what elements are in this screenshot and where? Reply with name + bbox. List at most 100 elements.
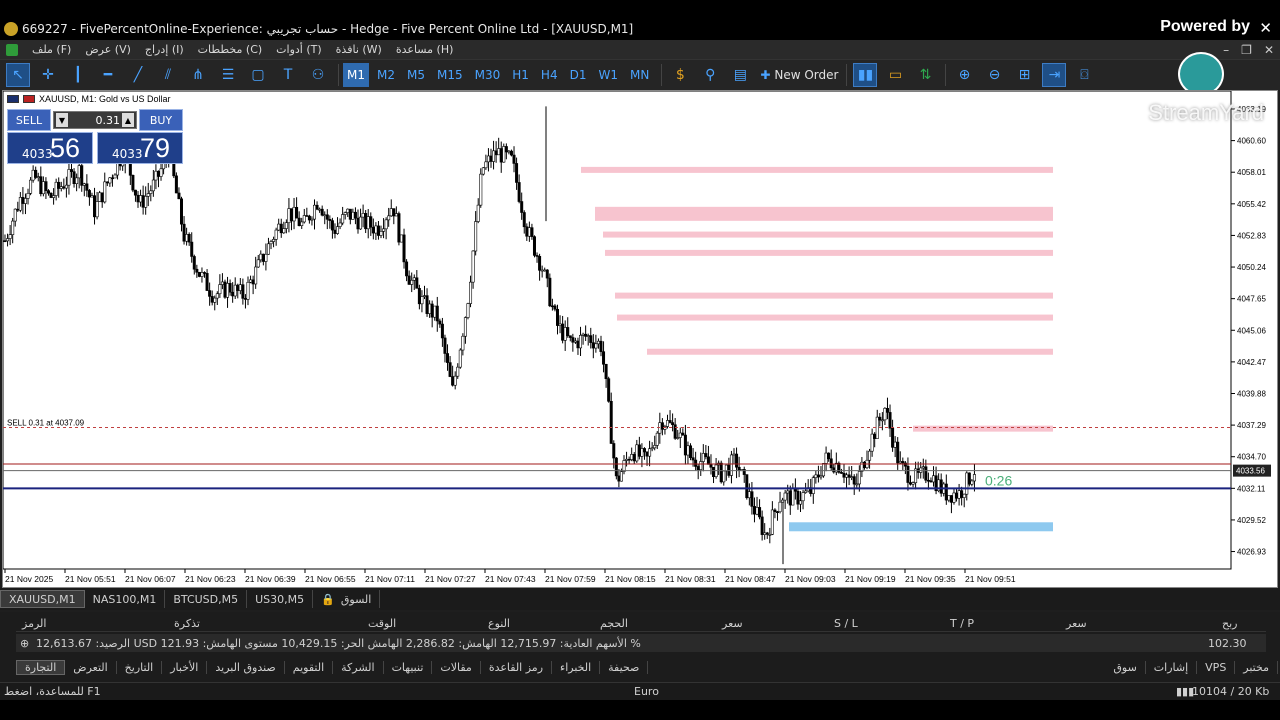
tab-journal[interactable]: صحيفة: [600, 660, 649, 674]
close-icon[interactable]: ✕: [1259, 19, 1272, 37]
timeframe-m1[interactable]: M1: [343, 63, 369, 87]
col-volume[interactable]: الحجم: [600, 617, 628, 630]
tab-experts[interactable]: الخبراء: [552, 660, 601, 674]
autoscroll-icon[interactable]: ⇥: [1042, 63, 1067, 87]
candle-body: [369, 216, 373, 228]
text-icon[interactable]: T: [276, 63, 300, 87]
menu-file[interactable]: ملف (F): [32, 43, 71, 56]
tab-history[interactable]: التاريخ: [117, 660, 163, 674]
candle-body: [635, 444, 639, 462]
zoom-out-icon[interactable]: ⊖: [982, 63, 1006, 87]
col-sl[interactable]: S / L: [834, 617, 858, 630]
tile-windows-icon[interactable]: ⊞: [1012, 63, 1036, 87]
timeframe-w1[interactable]: W1: [594, 63, 622, 87]
timeframe-m5[interactable]: M5: [403, 63, 429, 87]
col-symbol[interactable]: الرمز: [22, 617, 46, 630]
col-ticket[interactable]: تذكرة: [174, 617, 200, 630]
menu-window[interactable]: نافذة (W): [336, 43, 382, 56]
bar-chart-icon[interactable]: ▮▮: [853, 63, 878, 87]
timeframe-m15[interactable]: M15: [433, 63, 467, 87]
vertical-line-icon[interactable]: ┃: [66, 63, 90, 87]
menu-tools[interactable]: أدوات (T): [276, 43, 322, 56]
timeframe-d1[interactable]: D1: [566, 63, 591, 87]
tab-news[interactable]: الأخبار: [162, 660, 208, 674]
zoom-in-icon[interactable]: ⊕: [952, 63, 976, 87]
tab-alerts[interactable]: تنبيهات: [384, 660, 433, 674]
buy-button[interactable]: BUY: [139, 109, 183, 131]
tab-exposure[interactable]: التعرض: [65, 660, 117, 674]
col-price2[interactable]: سعر: [1066, 617, 1087, 630]
buy-price-big: 79: [140, 133, 171, 163]
dollar-icon[interactable]: $: [668, 63, 692, 87]
close-window-icon[interactable]: ✕: [1264, 43, 1274, 57]
pitchfork-icon[interactable]: ⋔: [186, 63, 210, 87]
tab-mailbox[interactable]: صندوق البريد: [207, 660, 285, 674]
timeframe-h4[interactable]: H4: [537, 63, 562, 87]
candle-body: [353, 211, 357, 219]
tab-tester[interactable]: مختبر: [1235, 660, 1278, 674]
col-type[interactable]: النوع: [488, 617, 510, 630]
lot-size-input[interactable]: ▼ 0.31 ▲: [53, 111, 137, 129]
candle-body: [545, 269, 549, 279]
tab-calendar[interactable]: التقويم: [285, 660, 334, 674]
lot-decrease-icon[interactable]: ▼: [56, 113, 68, 127]
candle-body: [93, 195, 97, 218]
tab-company[interactable]: الشركة: [333, 660, 384, 674]
symbol-tab-us30[interactable]: US30,M5: [247, 590, 314, 608]
buy-price-box[interactable]: 4033 79: [97, 132, 183, 164]
timeframe-mn[interactable]: MN: [626, 63, 653, 87]
symbol-tab-xauusd[interactable]: XAUUSD,M1: [0, 590, 85, 608]
menu-charts[interactable]: مخططات (C): [198, 43, 263, 56]
trendline-icon[interactable]: ╱: [126, 63, 150, 87]
cursor-icon[interactable]: ↖: [6, 63, 30, 87]
restore-icon[interactable]: ❐: [1241, 43, 1252, 57]
candle-body: [586, 335, 590, 337]
symbol-tab-nas100[interactable]: NAS100,M1: [85, 590, 166, 608]
candle-body: [671, 422, 675, 426]
symbol-tab-btcusd[interactable]: BTCUSD,M5: [165, 590, 248, 608]
new-order-button[interactable]: ✚ New Order: [760, 68, 838, 82]
tab-trade[interactable]: التجارة: [16, 659, 66, 675]
chart-settings-icon[interactable]: ▤: [728, 63, 752, 87]
candle-body: [561, 323, 565, 341]
candle-body: [885, 407, 889, 413]
lot-increase-icon[interactable]: ▲: [122, 113, 134, 127]
timeframe-h1[interactable]: H1: [508, 63, 533, 87]
sell-price-box[interactable]: 4033 56: [7, 132, 93, 164]
tab-signals[interactable]: إشارات: [1146, 660, 1198, 674]
shapes-icon[interactable]: ▢: [246, 63, 270, 87]
symbol-tab-market[interactable]: 🔒 السوق: [313, 590, 381, 608]
col-time[interactable]: الوقت: [368, 617, 396, 630]
horizontal-line-icon[interactable]: ━: [96, 63, 120, 87]
tab-code-base[interactable]: رمز القاعدة: [481, 660, 553, 674]
col-tp[interactable]: T / P: [950, 617, 974, 630]
col-profit[interactable]: ربح: [1222, 617, 1237, 630]
screen-top-strip: [0, 0, 1280, 18]
candle-body: [783, 492, 787, 501]
col-price[interactable]: سعر: [722, 617, 743, 630]
supply-zone: [647, 348, 1053, 355]
tab-articles[interactable]: مقالات: [432, 660, 481, 674]
algo-icon[interactable]: ⚲: [698, 63, 722, 87]
sell-button[interactable]: SELL: [7, 109, 51, 131]
menu-view[interactable]: عرض (V): [85, 43, 131, 56]
screenshot-icon[interactable]: ⌼: [1072, 63, 1096, 87]
price-chart[interactable]: SELL 0.31 at 4037.09 0:26 4063.19 4060.60 40…: [2, 90, 1278, 588]
tab-vps[interactable]: VPS: [1197, 660, 1236, 674]
channel-icon[interactable]: ⫽: [156, 63, 180, 87]
tab-market[interactable]: سوق: [1105, 660, 1146, 674]
balance-row[interactable]: ⊕ الرصيد: 12,613.67 USD الأسهم العادية: …: [16, 634, 1266, 652]
fibonacci-icon[interactable]: ☰: [216, 63, 240, 87]
supply-zone: [617, 314, 1053, 321]
menu-insert[interactable]: إدراج (I): [145, 43, 184, 56]
objects-icon[interactable]: ⚇: [306, 63, 330, 87]
minimize-icon[interactable]: –: [1223, 43, 1229, 57]
crosshair-icon[interactable]: ✛: [36, 63, 60, 87]
candle-body: [57, 181, 61, 189]
candle-body: [382, 228, 386, 232]
timeframe-m2[interactable]: M2: [373, 63, 399, 87]
menu-help[interactable]: مساعدة (H): [396, 43, 454, 56]
timeframe-m30[interactable]: M30: [471, 63, 505, 87]
signal-icon[interactable]: ⇅: [913, 63, 937, 87]
folder-icon[interactable]: ▭: [883, 63, 907, 87]
